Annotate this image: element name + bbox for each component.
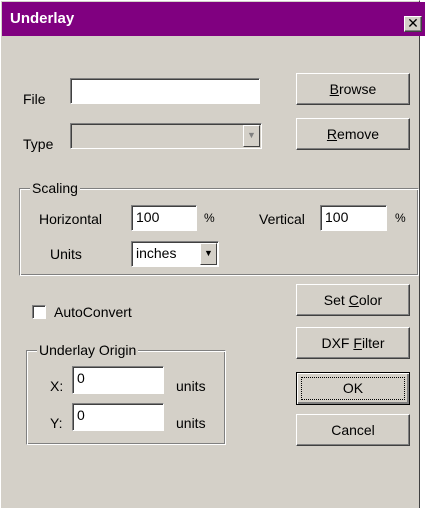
origin-y-input[interactable]: 0 xyxy=(72,403,164,431)
underlay-origin-group-title: Underlay Origin xyxy=(37,342,139,358)
units-label: Units xyxy=(50,246,82,262)
cancel-button[interactable]: Cancel xyxy=(296,414,410,446)
ok-button[interactable]: OK xyxy=(296,372,410,405)
window-title: Underlay xyxy=(10,10,75,27)
vertical-label: Vertical xyxy=(259,211,305,227)
browse-button[interactable]: Browse xyxy=(296,73,410,105)
close-button[interactable]: ✕ xyxy=(404,16,422,32)
origin-x-input[interactable]: 0 xyxy=(72,366,164,394)
file-input[interactable] xyxy=(70,78,260,104)
file-label: File xyxy=(23,91,46,107)
origin-y-label: Y: xyxy=(50,415,63,431)
dxf-filter-button[interactable]: DXF Filter xyxy=(296,327,410,359)
focus-rect xyxy=(301,377,405,400)
type-dropdown-arrow-icon[interactable]: ▼ xyxy=(243,125,260,147)
close-icon: ✕ xyxy=(407,15,419,31)
horizontal-percent-label: % xyxy=(204,211,215,225)
remove-button[interactable]: Remove xyxy=(296,118,410,150)
horizontal-label: Horizontal xyxy=(39,211,103,227)
units-value: inches xyxy=(136,245,177,261)
horizontal-scale-input[interactable]: 100 xyxy=(131,205,197,231)
scaling-group xyxy=(19,188,419,276)
scaling-group-title: Scaling xyxy=(30,180,80,196)
vertical-percent-label: % xyxy=(395,211,406,225)
origin-y-units-label: units xyxy=(176,415,206,431)
vertical-scale-input[interactable]: 100 xyxy=(320,205,387,231)
origin-x-units-label: units xyxy=(176,378,206,394)
underlay-dialog: Underlay ✕ File Type ▼ Browse Remove Sca… xyxy=(0,0,425,508)
set-color-button[interactable]: Set Color xyxy=(296,284,410,316)
type-label: Type xyxy=(23,136,54,152)
units-select[interactable]: inches ▼ xyxy=(131,241,219,267)
autoconvert-label[interactable]: AutoConvert xyxy=(54,304,132,320)
type-select[interactable]: ▼ xyxy=(70,123,262,149)
autoconvert-checkbox[interactable] xyxy=(32,305,46,319)
origin-x-label: X: xyxy=(50,378,64,394)
title-bar[interactable]: Underlay ✕ xyxy=(2,2,425,36)
units-dropdown-arrow-icon[interactable]: ▼ xyxy=(200,243,217,265)
